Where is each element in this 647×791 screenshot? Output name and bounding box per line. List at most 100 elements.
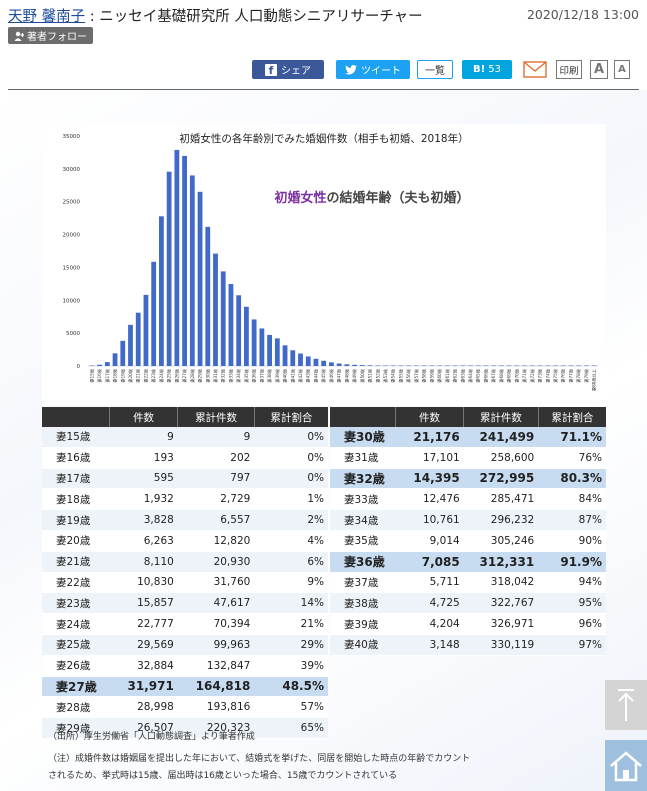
- table-right-header-cum: 累計件数: [463, 407, 539, 427]
- row-cumulative: 31,760: [177, 572, 255, 594]
- bar: [112, 353, 118, 366]
- row-label: 妻18歳: [42, 488, 110, 511]
- x-tick-label: 妻65歳: [475, 368, 482, 383]
- x-tick-label: 妻15歳: [88, 368, 95, 383]
- row-label: 妻33歳: [330, 488, 396, 511]
- x-tick-label: 妻23歳: [150, 368, 157, 383]
- row-label: 妻27歳: [42, 676, 110, 698]
- x-tick-label: 妻22歳: [142, 368, 149, 383]
- bar: [468, 365, 473, 366]
- x-tick-label: 妻67歳: [490, 368, 497, 383]
- follow-author-button[interactable]: 著者フォロー: [8, 27, 93, 44]
- row-cumulative: 322,767: [463, 592, 539, 615]
- y-tick-label: 35000: [63, 134, 81, 140]
- x-tick-label: 妻71歳: [521, 368, 528, 383]
- row-count: 3,828: [109, 509, 178, 531]
- author-link[interactable]: 天野 馨南子: [8, 9, 85, 25]
- bar: [189, 175, 195, 366]
- share-bar: f シェア ツイート 一覧 B! 53 印刷 A A: [0, 60, 647, 80]
- x-tick-label: 妻36歳: [251, 368, 258, 383]
- x-tick-label: 妻76歳: [560, 368, 567, 383]
- row-percent: 48.5%: [254, 676, 328, 698]
- tweet-list-button[interactable]: 一覧: [417, 60, 453, 79]
- bar: [128, 324, 133, 366]
- bar: [375, 365, 381, 366]
- x-tick-label: 妻37歳: [258, 368, 265, 383]
- bar: [352, 364, 357, 366]
- bar-chart-svg: 初婚女性の各年齢別でみた婚姻件数（相手も初婚、2018年） 0 5000 10000…: [63, 132, 598, 391]
- y-axis: 0 5000 10000 15000 20000 25000 30000 35000: [63, 134, 598, 370]
- bar: [553, 365, 558, 366]
- row-cumulative: 797: [177, 468, 255, 490]
- table-row: 妻19歳 3,828 6,557 2%: [42, 509, 328, 531]
- row-count: 4,204: [395, 613, 464, 635]
- row-cumulative: 305,246: [463, 530, 539, 552]
- bar: [290, 350, 296, 366]
- facebook-share-button[interactable]: f シェア: [252, 60, 324, 79]
- twitter-tweet-button[interactable]: ツイート: [336, 60, 410, 79]
- row-cumulative: 272,995: [463, 468, 539, 490]
- row-count: 6,263: [109, 530, 178, 552]
- row-label: 妻24歳: [42, 613, 110, 635]
- x-tick-label: 妻66歳: [482, 368, 489, 383]
- row-count: 12,476: [395, 488, 464, 511]
- table-left: 件数 累計件数 累計割合 妻15歳 9 9 0% 妻16歳 193 202 0% 妻17歳 595…: [42, 407, 328, 739]
- x-tick-label: 妻44歳: [312, 368, 319, 383]
- bar: [182, 155, 187, 366]
- bar: [421, 365, 427, 366]
- home-button[interactable]: [605, 740, 647, 791]
- bar: [159, 216, 164, 366]
- font-size-small-button[interactable]: A: [614, 60, 630, 79]
- x-tick-label: 妻20歳: [127, 368, 134, 383]
- table-row: 妻21歳 8,110 20,930 6%: [42, 551, 328, 573]
- back-to-top-button[interactable]: [605, 680, 647, 730]
- x-tick-label: 妻43歳: [305, 368, 312, 383]
- table-left-header-pct: 累計割合: [254, 407, 328, 427]
- x-axis-labels: 妻15歳 妻16歳 妻17歳 妻18歳 妻19歳 妻20歳 妻21歳 妻22歳 妻23歳 妻24歳…: [88, 368, 597, 391]
- x-tick-label: 妻46歳: [328, 368, 335, 383]
- x-tick-label: 妻38歳: [266, 368, 273, 383]
- x-tick-label: 妻74歳: [544, 368, 551, 383]
- row-percent: 0%: [254, 427, 328, 448]
- table-left-header-cum: 累計件数: [177, 407, 255, 427]
- x-tick-label: 妻42歳: [297, 368, 304, 383]
- x-tick-label: 妻53歳: [382, 368, 389, 383]
- bar: [236, 295, 242, 366]
- row-cumulative: 6,557: [177, 509, 255, 531]
- row-label: 妻17歳: [42, 468, 110, 490]
- table-row: 妻23歳 15,857 47,617 14%: [42, 592, 328, 615]
- x-tick-label: 妻47歳: [336, 368, 343, 383]
- table-row: 妻15歳 9 9 0%: [42, 427, 328, 448]
- follow-label: 著者フォロー: [27, 32, 87, 43]
- mail-share-button[interactable]: [522, 60, 548, 79]
- bar: [336, 363, 342, 366]
- y-tick-label: 20000: [63, 233, 81, 239]
- row-label: 妻26歳: [42, 655, 110, 677]
- x-tick-label: 妻55歳: [397, 368, 404, 383]
- row-count: 15,857: [109, 592, 178, 615]
- x-tick-label: 妻45歳: [320, 368, 327, 383]
- bar: [120, 340, 126, 366]
- print-button[interactable]: 印刷: [556, 60, 582, 79]
- row-percent: 94%: [538, 572, 606, 594]
- row-count: 10,761: [395, 509, 464, 531]
- row-count: 193: [109, 447, 178, 469]
- row-count: 7,085: [395, 551, 464, 573]
- hatena-bookmark-button[interactable]: B! 53: [462, 60, 512, 79]
- x-tick-label: 妻60歳: [436, 368, 443, 383]
- row-cumulative: 20,930: [177, 551, 255, 573]
- home-icon: [610, 750, 642, 781]
- x-tick-label: 妻16歳: [96, 368, 103, 383]
- bar: [591, 365, 597, 366]
- y-tick-label: 25000: [63, 200, 81, 206]
- bar: [406, 365, 412, 366]
- bar: [244, 306, 249, 366]
- row-count: 9,014: [395, 530, 464, 552]
- font-size-large-button[interactable]: A: [590, 60, 608, 79]
- x-tick-label: 妻51歳: [367, 368, 374, 383]
- bar: [174, 149, 180, 366]
- row-label: 妻16歳: [42, 447, 110, 469]
- row-percent: 95%: [538, 592, 606, 615]
- bar: [584, 365, 589, 366]
- x-tick-label: 妻39歳: [274, 368, 281, 383]
